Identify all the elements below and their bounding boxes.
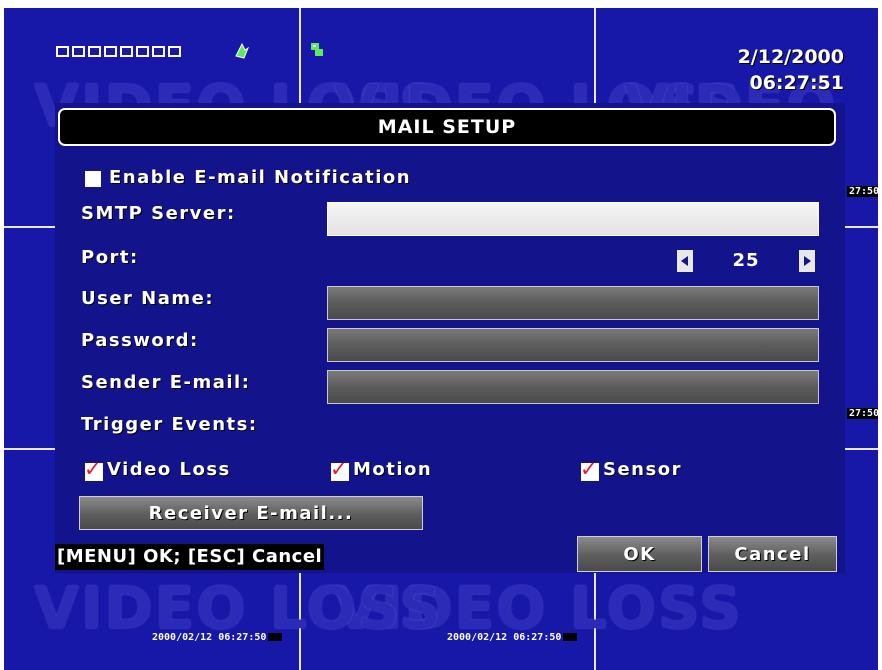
clock-time: 06:27:51 <box>749 72 844 94</box>
enable-email-label: Enable E-mail Notification <box>109 167 412 188</box>
video-loss-label: Video Loss <box>107 459 231 480</box>
password-input[interactable] <box>327 328 819 362</box>
camera-timestamp-text: 2000/02/12 06:27:50 <box>152 632 267 643</box>
channel-box <box>56 46 69 57</box>
camera-timestamp: 27:50 <box>847 186 878 197</box>
dialog-title: MAIL SETUP <box>58 108 836 146</box>
motion-checkbox[interactable]: ✓ <box>330 459 349 481</box>
motion-label: Motion <box>353 459 433 480</box>
video-loss-checkbox[interactable]: ✓ <box>84 459 103 481</box>
camera-timestamp: 27:50 <box>847 408 878 419</box>
mail-setup-dialog: MAIL SETUP Enable E-mail Notification SM… <box>55 103 845 573</box>
cancel-button[interactable]: Cancel <box>708 536 837 572</box>
network-status-icon <box>234 42 250 64</box>
ok-button[interactable]: OK <box>577 536 702 572</box>
username-label: User Name: <box>81 288 215 309</box>
sensor-checkbox[interactable]: ✓ <box>580 459 599 481</box>
camera-timestamp-text: 2000/02/12 06:27:50 <box>447 632 562 643</box>
left-arrow-icon[interactable] <box>677 250 693 272</box>
channel-indicators <box>56 46 181 57</box>
password-label: Password: <box>81 330 199 351</box>
help-text: [MENU] OK; [ESC] Cancel <box>55 544 325 570</box>
channel-box <box>136 46 149 57</box>
smtp-server-input[interactable] <box>327 202 819 236</box>
port-label: Port: <box>81 247 139 268</box>
trigger-events-label: Trigger Events: <box>81 414 258 435</box>
clock-date: 2/12/2000 <box>737 46 844 68</box>
camera-timestamp: 2000/02/12 06:27:50 <box>447 632 578 643</box>
channel-box <box>104 46 117 57</box>
channel-box <box>168 46 181 57</box>
sender-label: Sender E-mail: <box>81 372 251 393</box>
receiver-email-button[interactable]: Receiver E-mail... <box>79 496 423 530</box>
channel-box <box>72 46 85 57</box>
check-icon: ✓ <box>84 457 102 481</box>
enable-email-checkbox[interactable] <box>85 171 101 187</box>
port-value[interactable]: 25 <box>699 250 793 272</box>
channel-box <box>120 46 133 57</box>
check-icon: ✓ <box>580 457 598 481</box>
smtp-label: SMTP Server: <box>81 203 236 224</box>
clock: 2/12/2000 06:27:51 <box>738 44 844 96</box>
camera-timestamp: 2000/02/12 06:27:50 <box>152 632 283 643</box>
sensor-label: Sensor <box>603 459 682 480</box>
record-status-icon <box>310 42 324 62</box>
username-input[interactable] <box>327 286 819 320</box>
channel-box <box>88 46 101 57</box>
right-arrow-icon[interactable] <box>799 250 815 272</box>
sender-email-input[interactable] <box>327 370 819 404</box>
channel-box <box>152 46 165 57</box>
check-icon: ✓ <box>330 457 348 481</box>
